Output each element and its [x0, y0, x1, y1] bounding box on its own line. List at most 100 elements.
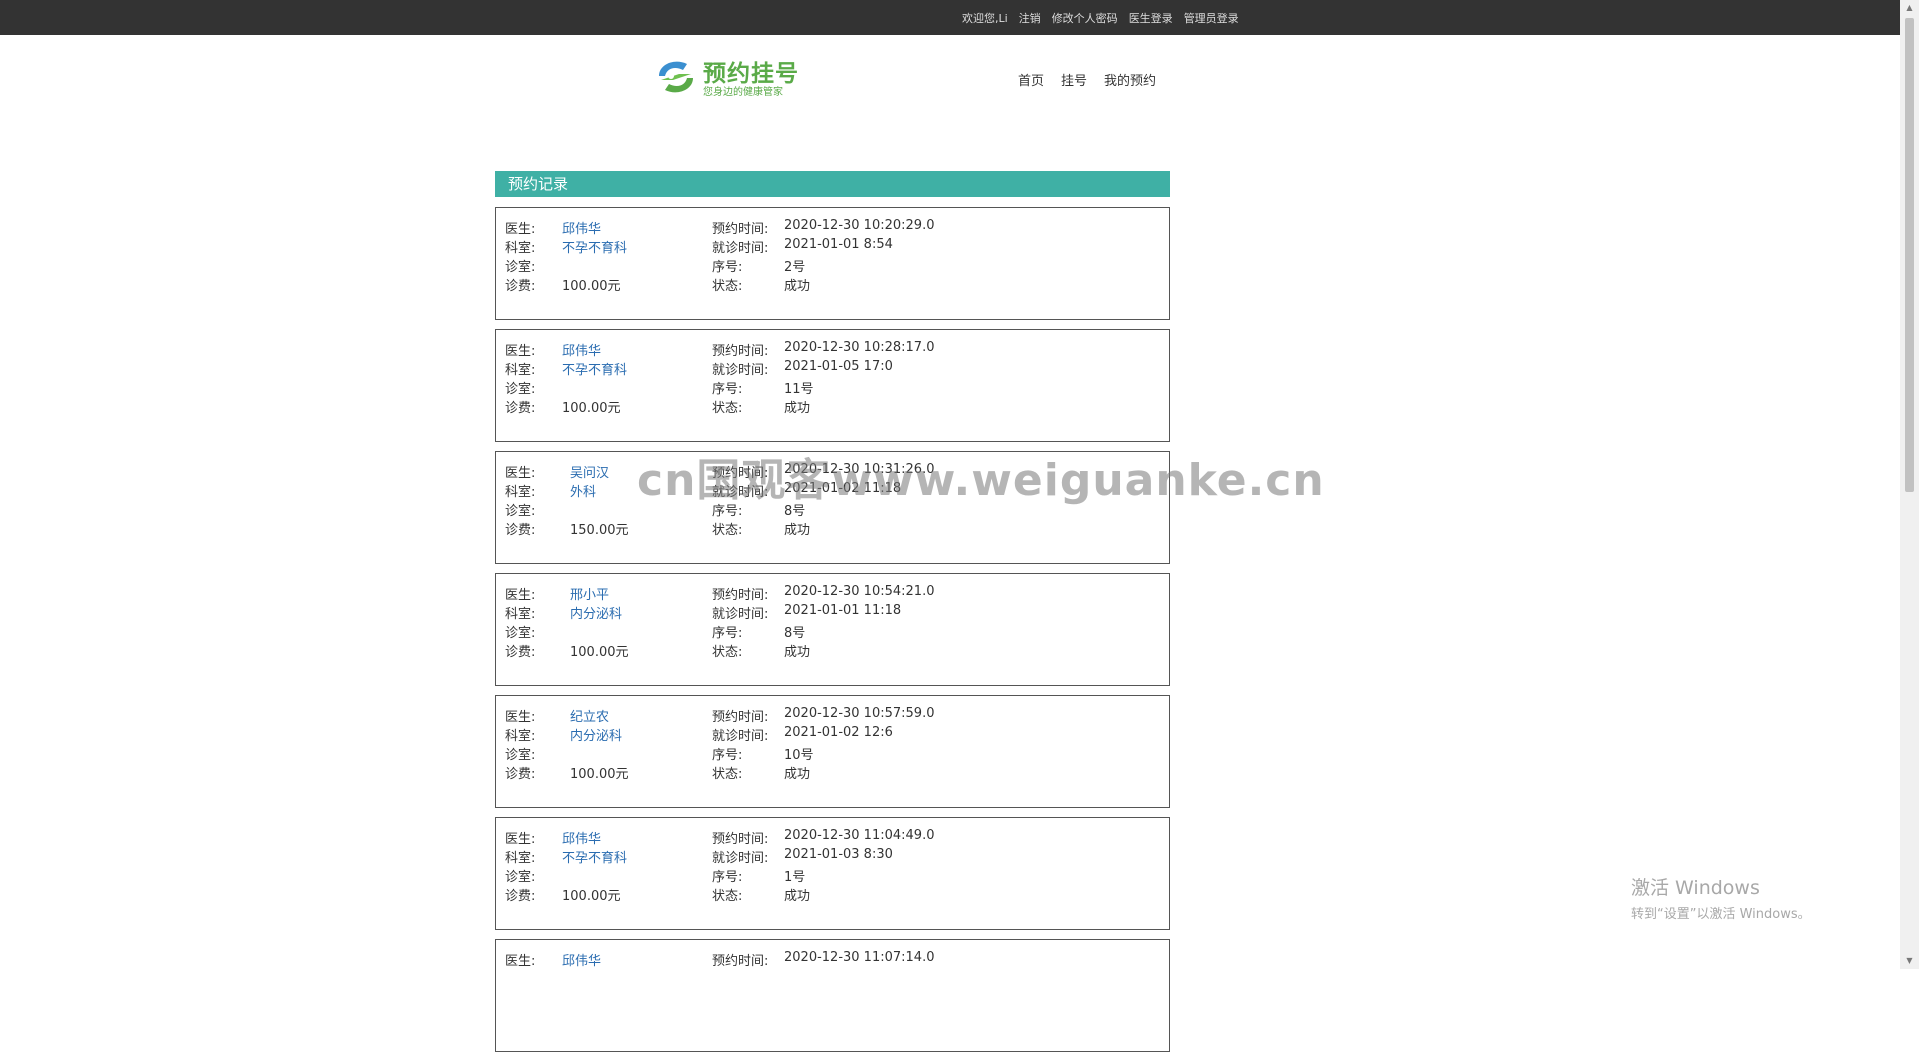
appointment-record: 医生: 纪立农科室: 内分泌科诊室: 诊费: 100.00元 预约时间: 2020-12-3…: [495, 695, 1170, 808]
status-value: 成功: [784, 523, 811, 538]
fee-label: 诊费:: [505, 767, 536, 782]
appointment-record: 医生: 邱伟华 科室: 不孕不育科 诊室: 诊费: 100.00元 预约时间: 2020-12-…: [495, 329, 1170, 442]
department-link[interactable]: 不孕不育科: [562, 237, 627, 256]
department-label: 科室:: [505, 241, 536, 256]
department-label: 科室:: [505, 485, 536, 500]
site-logo[interactable]: 预约挂号 您身边的健康管家: [653, 52, 813, 102]
logout-link[interactable]: 注销: [1019, 10, 1041, 26]
booking-time-value: 2020-12-30 11:04:49.0: [784, 828, 935, 843]
vertical-scrollbar[interactable]: ▲ ▼: [1900, 0, 1919, 969]
doctor-label: 医生:: [505, 954, 536, 969]
booking-time-value: 2020-12-30 11:07:14.0: [784, 950, 935, 965]
clinic-label: 诊室:: [505, 870, 536, 885]
booking-time-label: 预约时间:: [712, 588, 769, 603]
visit-time-value: 2021-01-02 12:6: [784, 725, 893, 740]
admin-login-link[interactable]: 管理员登录: [1184, 10, 1239, 26]
department-link[interactable]: 内分泌科: [570, 725, 622, 744]
change-password-link[interactable]: 修改个人密码: [1052, 10, 1118, 26]
windows-activation-title: 激活 Windows: [1631, 877, 1760, 899]
doctor-label: 医生:: [505, 710, 536, 725]
logo-icon: [659, 61, 693, 93]
visit-time-value: 2021-01-05 17:0: [784, 359, 893, 374]
number-value: 10号: [784, 748, 814, 763]
number-value: 8号: [784, 626, 806, 641]
visit-time-label: 就诊时间:: [712, 729, 769, 744]
appointment-records: 医生: 邱伟华 科室: 不孕不育科 诊室: 诊费: 100.00元 预约时间: 2020-12-…: [495, 207, 1170, 1061]
doctor-name-link[interactable]: 邱伟华: [562, 340, 601, 359]
welcome-text: 欢迎您,Li: [962, 11, 1008, 25]
fee-value: 150.00元: [570, 523, 629, 538]
fee-value: 100.00元: [562, 279, 621, 294]
booking-time-label: 预约时间:: [712, 344, 769, 359]
main-nav: 首页 挂号 我的预约: [1018, 70, 1173, 89]
top-bar: 欢迎您,Li 注销 修改个人密码 医生登录 管理员登录: [0, 0, 1900, 35]
doctor-label: 医生:: [505, 222, 536, 237]
doctor-name-link[interactable]: 邢小平: [570, 584, 609, 603]
visit-time-label: 就诊时间:: [712, 607, 769, 622]
scroll-down-icon[interactable]: ▼: [1900, 953, 1919, 969]
status-value: 成功: [784, 645, 811, 660]
clinic-label: 诊室:: [505, 626, 536, 641]
status-value: 成功: [784, 401, 811, 416]
fee-value: 100.00元: [570, 645, 629, 660]
watermark-text: cn国观客www.weiguanke.cn: [637, 455, 1325, 506]
scroll-up-icon[interactable]: ▲: [1900, 0, 1919, 16]
doctor-name-link[interactable]: 邱伟华: [562, 828, 601, 847]
number-label: 序号:: [712, 870, 743, 885]
number-label: 序号:: [712, 260, 743, 275]
clinic-label: 诊室:: [505, 504, 536, 519]
booking-time-label: 预约时间:: [712, 710, 769, 725]
section-header: 预约记录: [495, 171, 1170, 197]
department-label: 科室:: [505, 729, 536, 744]
appointment-record: 医生: 邱伟华 科室: 不孕不育科 诊室: 诊费: 100.00元 预约时间: 2020-12-…: [495, 817, 1170, 930]
fee-value: 100.00元: [562, 889, 621, 904]
clinic-label: 诊室:: [505, 748, 536, 763]
number-value: 2号: [784, 260, 806, 275]
clinic-label: 诊室:: [505, 382, 536, 397]
doctor-name-link[interactable]: 邱伟华: [562, 218, 601, 237]
department-link[interactable]: 内分泌科: [570, 603, 622, 622]
number-value: 11号: [784, 382, 814, 397]
nav-home[interactable]: 首页: [1018, 70, 1044, 89]
booking-time-value: 2020-12-30 10:57:59.0: [784, 706, 935, 721]
department-link[interactable]: 外科: [570, 481, 596, 500]
booking-time-label: 预约时间:: [712, 222, 769, 237]
fee-label: 诊费:: [505, 889, 536, 904]
fee-label: 诊费:: [505, 645, 536, 660]
nav-register[interactable]: 挂号: [1061, 70, 1087, 89]
status-value: 成功: [784, 889, 811, 904]
nav-my-appointments[interactable]: 我的预约: [1104, 70, 1156, 89]
department-label: 科室:: [505, 363, 536, 378]
doctor-login-link[interactable]: 医生登录: [1129, 10, 1173, 26]
appointment-record: 医生: 邱伟华 预约时间: 2020-12-30 11:07:14.0: [495, 939, 1170, 1052]
visit-time-value: 2021-01-03 8:30: [784, 847, 893, 862]
status-value: 成功: [784, 279, 811, 294]
windows-activation-hint: 转到“设置”以激活 Windows。: [1631, 907, 1811, 922]
doctor-label: 医生:: [505, 466, 536, 481]
visit-time-label: 就诊时间:: [712, 363, 769, 378]
department-link[interactable]: 不孕不育科: [562, 847, 627, 866]
doctor-label: 医生:: [505, 832, 536, 847]
doctor-label: 医生:: [505, 588, 536, 603]
windows-activation-notice: 激活 Windows 转到“设置”以激活 Windows。: [1631, 873, 1811, 922]
fee-label: 诊费:: [505, 279, 536, 294]
department-link[interactable]: 不孕不育科: [562, 359, 627, 378]
section-title: 预约记录: [508, 175, 569, 193]
status-label: 状态:: [712, 401, 743, 416]
number-label: 序号:: [712, 626, 743, 641]
top-bar-links: 欢迎您,Li 注销 修改个人密码 医生登录 管理员登录: [962, 0, 1250, 35]
status-label: 状态:: [712, 767, 743, 782]
status-label: 状态:: [712, 645, 743, 660]
visit-time-label: 就诊时间:: [712, 241, 769, 256]
doctor-name-link[interactable]: 纪立农: [570, 706, 609, 725]
logo-subtitle: 您身边的健康管家: [703, 87, 783, 98]
fee-value: 100.00元: [562, 401, 621, 416]
visit-time-value: 2021-01-01 11:18: [784, 603, 902, 618]
doctor-name-link[interactable]: 吴问汉: [570, 462, 609, 481]
doctor-name-link[interactable]: 邱伟华: [562, 950, 601, 969]
number-value: 1号: [784, 870, 806, 885]
booking-time-value: 2020-12-30 10:54:21.0: [784, 584, 935, 599]
fee-value: 100.00元: [570, 767, 629, 782]
status-label: 状态:: [712, 279, 743, 294]
scroll-thumb[interactable]: [1905, 18, 1914, 492]
